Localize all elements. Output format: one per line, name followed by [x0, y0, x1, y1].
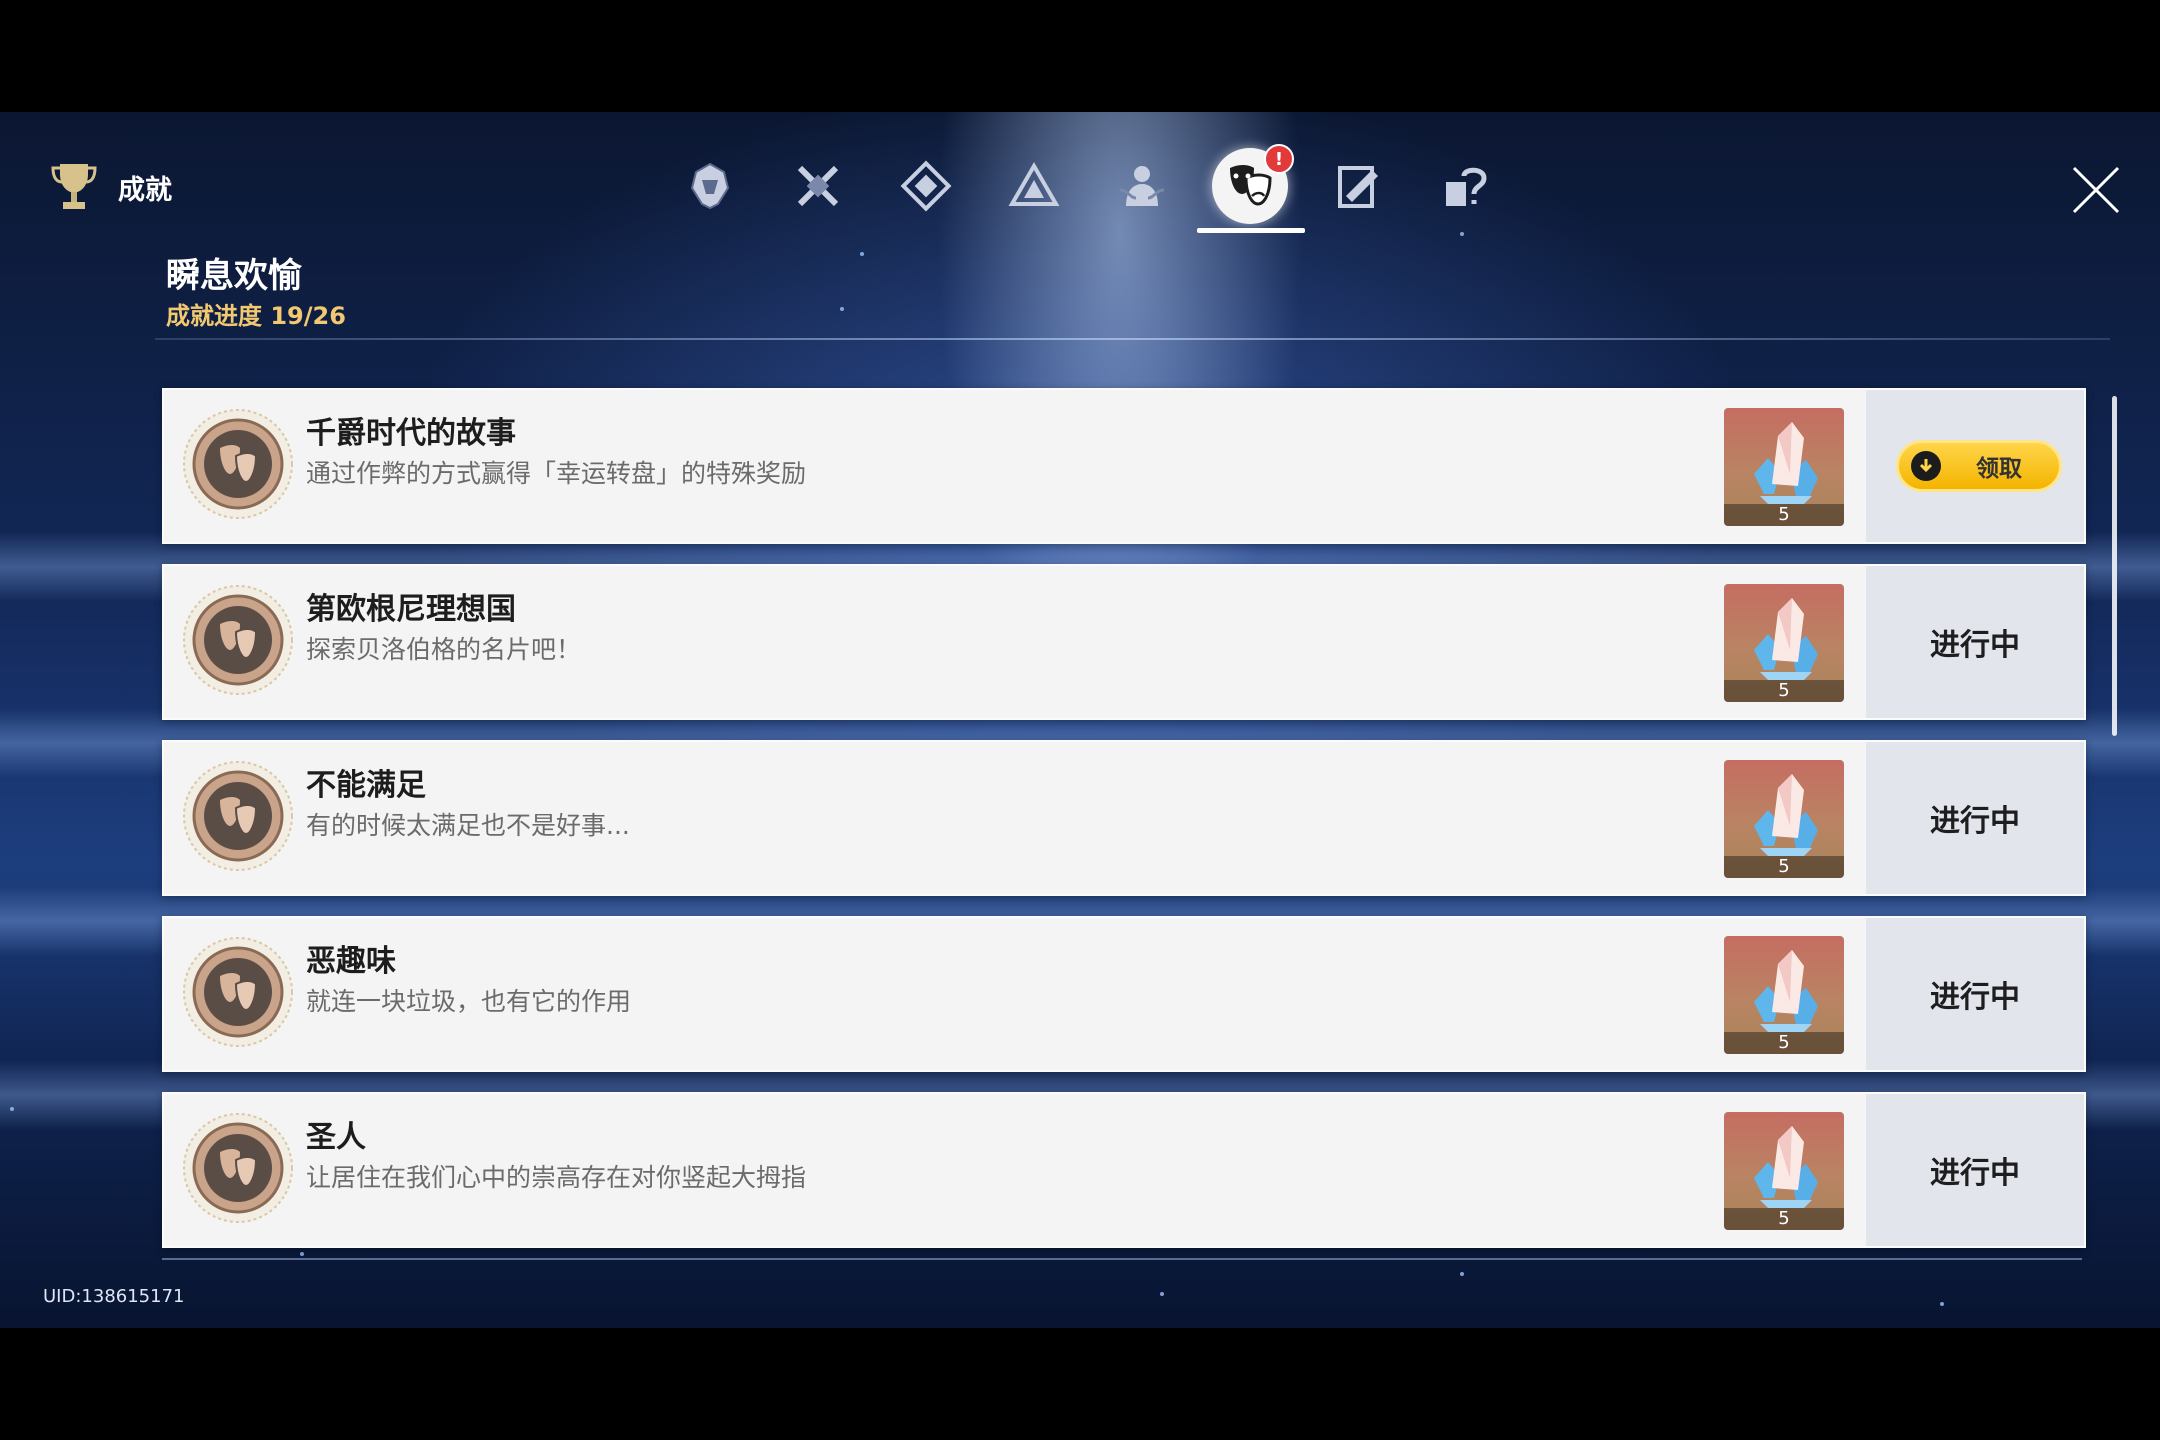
tab-swords[interactable] [780, 148, 856, 224]
question-puzzle-icon [1446, 167, 1487, 206]
claim-button[interactable]: 领取 [1896, 440, 2062, 492]
achievement-description: 通过作弊的方式赢得「幸运转盘」的特殊奖励 [306, 459, 807, 488]
active-tab-indicator [1197, 228, 1305, 233]
trophy-icon [51, 164, 97, 209]
page-title: 成就 [118, 175, 172, 206]
background-star [1160, 1292, 1164, 1296]
download-arrow-icon [1911, 451, 1941, 481]
achievement-medal-icon [183, 761, 293, 871]
stellar-jade-icon [1754, 950, 1818, 1032]
reward-item[interactable]: 5 [1724, 936, 1844, 1054]
achievement-row: 第欧根尼理想国 探索贝洛伯格的名片吧！ 5 进行中 [162, 564, 2086, 720]
achievement-row: 圣人 让居住在我们心中的崇高存在对你竖起大拇指 5 进行中 [162, 1092, 2086, 1248]
stellar-jade-icon [1754, 1126, 1818, 1208]
reward-count: 5 [1724, 680, 1844, 702]
notebook-icon [1338, 166, 1378, 208]
notification-badge: ! [1264, 144, 1294, 174]
status-in-progress: 进行中 [1930, 980, 2020, 1015]
stellar-jade-icon [1754, 422, 1818, 504]
achievement-description: 让居住在我们心中的崇高存在对你竖起大拇指 [306, 1163, 807, 1192]
status-in-progress: 进行中 [1930, 628, 2020, 663]
background-star [1940, 1302, 1944, 1306]
crossed-swords-icon [797, 165, 839, 207]
achievement-title: 恶趣味 [306, 944, 396, 979]
achievement-medal-icon [183, 937, 293, 1047]
uid-label: UID:138615171 [43, 1286, 185, 1307]
tab-helmet[interactable] [672, 148, 748, 224]
tab-question[interactable] [1428, 148, 1504, 224]
background-star [1460, 232, 1464, 236]
background-star [860, 252, 864, 256]
list-bottom-divider [162, 1258, 2082, 1260]
tab-triangle[interactable] [996, 148, 1072, 224]
reward-count: 5 [1724, 504, 1844, 526]
achievement-title: 第欧根尼理想国 [306, 592, 516, 627]
status-in-progress: 进行中 [1930, 1156, 2020, 1191]
reward-item[interactable]: 5 [1724, 584, 1844, 702]
achievement-row: 千爵时代的故事 通过作弊的方式赢得「幸运转盘」的特殊奖励 5 领取 [162, 388, 2086, 544]
claim-button-label: 领取 [1976, 456, 2022, 482]
reward-item[interactable]: 5 [1724, 1112, 1844, 1230]
category-title: 瞬息欢愉 [166, 256, 302, 296]
achievement-description: 探索贝洛伯格的名片吧！ [306, 635, 582, 664]
achievement-row: 恶趣味 就连一块垃圾，也有它的作用 5 进行中 [162, 916, 2086, 1072]
figure-emblem-icon [1119, 166, 1165, 206]
close-icon[interactable] [2068, 162, 2124, 218]
tab-masks[interactable]: ! [1212, 144, 1294, 224]
tab-figure[interactable] [1104, 148, 1180, 224]
tab-notebook[interactable] [1320, 148, 1396, 224]
stellar-jade-icon [1754, 774, 1818, 856]
achievement-medal-icon [183, 585, 293, 695]
diamond-crest-icon [900, 160, 952, 212]
achievement-medal-icon [183, 1113, 293, 1223]
stellar-jade-icon [1754, 598, 1818, 680]
reward-item[interactable]: 5 [1724, 760, 1844, 878]
header-divider [155, 338, 2110, 340]
tab-diamond[interactable] [888, 148, 964, 224]
reward-count: 5 [1724, 856, 1844, 878]
helmet-emblem-icon [690, 162, 730, 210]
reward-count: 5 [1724, 1032, 1844, 1054]
achievement-title: 不能满足 [306, 768, 426, 803]
reward-item[interactable]: 5 [1724, 408, 1844, 526]
category-progress: 成就进度 19/26 [166, 302, 346, 330]
status-in-progress: 进行中 [1930, 804, 2020, 839]
scrollbar[interactable] [2112, 396, 2117, 736]
background-star [300, 1252, 304, 1256]
achievement-row: 不能满足 有的时候太满足也不是好事... 5 进行中 [162, 740, 2086, 896]
achievement-description: 有的时候太满足也不是好事... [306, 811, 630, 840]
triangle-emblem-icon [1008, 162, 1060, 206]
achievement-description: 就连一块垃圾，也有它的作用 [306, 987, 632, 1016]
reward-count: 5 [1724, 1208, 1844, 1230]
achievement-title: 千爵时代的故事 [306, 416, 516, 451]
achievement-medal-icon [183, 409, 293, 519]
achievements-screen: 成就 ! 瞬息欢愉 成就进度 19/26 千爵时代的故事 通过作弊的方式赢得「幸… [0, 112, 2160, 1328]
background-star [840, 307, 844, 311]
achievement-title: 圣人 [306, 1120, 366, 1155]
background-star [1460, 1272, 1464, 1276]
